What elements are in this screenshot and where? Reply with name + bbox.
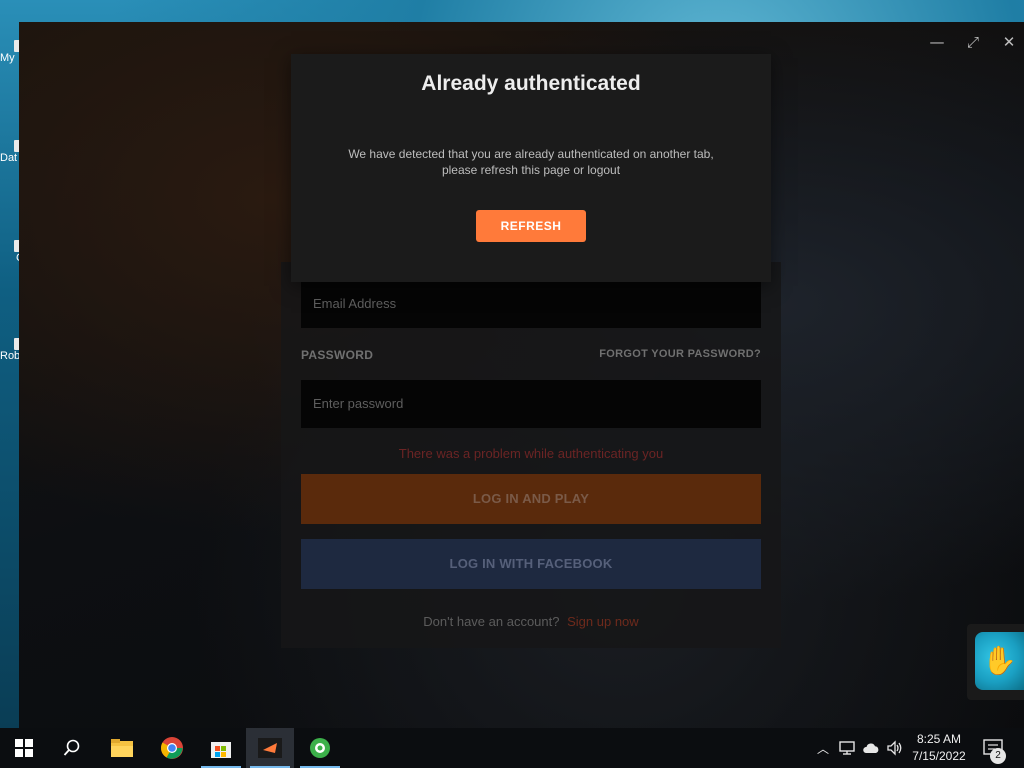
- start-button[interactable]: [0, 728, 48, 768]
- modal-title: Already authenticated: [421, 72, 641, 95]
- taskbar-app-green[interactable]: [296, 728, 344, 768]
- taskbar-chrome[interactable]: [148, 728, 196, 768]
- close-button[interactable]: ✕: [998, 32, 1020, 52]
- minimize-button[interactable]: —: [926, 32, 948, 52]
- forgot-password-link[interactable]: FORGOT YOUR PASSWORD?: [599, 348, 761, 360]
- folder-icon: [111, 739, 133, 757]
- network-icon[interactable]: [838, 740, 856, 756]
- game-launcher-icon: [258, 738, 282, 758]
- system-tray: ︿: [814, 728, 904, 768]
- taskbar: ︿ 8:25 AM 7/15/2022 2: [0, 728, 1024, 768]
- password-label: PASSWORD: [301, 348, 374, 362]
- signup-prompt: Don't have an account? Sign up now: [281, 614, 781, 629]
- desktop-icon-my-computer[interactable]: My: [0, 40, 26, 64]
- modal-message: We have detected that you are already au…: [348, 147, 714, 177]
- maximize-button[interactable]: ⤢: [962, 32, 984, 52]
- desktop-icon-data[interactable]: Dat: [0, 140, 26, 164]
- windows-logo-icon: [15, 739, 33, 757]
- taskbar-store[interactable]: [197, 728, 245, 768]
- taskbar-game-launcher[interactable]: [246, 728, 294, 768]
- search-icon: [63, 739, 80, 756]
- store-icon: [211, 742, 231, 758]
- auth-error-message: There was a problem while authenticating…: [398, 446, 664, 461]
- hand-widget[interactable]: ✋: [967, 624, 1024, 700]
- window-controls: — ⤢ ✕: [926, 32, 1020, 52]
- refresh-button[interactable]: REFRESH: [476, 210, 586, 242]
- chevron-up-icon[interactable]: ︿: [814, 740, 832, 757]
- password-field[interactable]: Enter password: [301, 380, 761, 428]
- signup-link[interactable]: Sign up now: [567, 614, 639, 629]
- login-panel: Email Address PASSWORD FORGOT YOUR PASSW…: [281, 262, 781, 648]
- no-account-text: Don't have an account?: [423, 614, 560, 629]
- taskbar-file-explorer[interactable]: [98, 728, 146, 768]
- clock[interactable]: 8:25 AM 7/15/2022: [900, 731, 978, 765]
- search-button[interactable]: [48, 728, 96, 768]
- desktop-icon-label: Rob: [0, 350, 21, 362]
- hand-icon: ✋: [975, 632, 1024, 690]
- notification-count-badge: 2: [990, 748, 1006, 764]
- desktop-icon-rob[interactable]: Rob: [0, 338, 26, 362]
- desktop-icon-label: My: [0, 52, 15, 64]
- cloud-icon[interactable]: [862, 741, 880, 755]
- game-launcher-window: — ⤢ ✕ Email Address PASSWORD FORGOT YOUR…: [19, 22, 1024, 728]
- desktop-icon-label: Dat: [0, 152, 18, 164]
- login-and-play-button[interactable]: LOG IN AND PLAY: [301, 474, 761, 524]
- green-app-icon: [310, 738, 330, 758]
- already-authenticated-modal: Already authenticated We have detected t…: [291, 54, 771, 282]
- desktop-icon-c[interactable]: C: [0, 240, 26, 264]
- email-field[interactable]: Email Address: [301, 280, 761, 328]
- clock-time: 8:25 AM: [916, 732, 962, 746]
- facebook-login-button[interactable]: LOG IN WITH FACEBOOK: [301, 539, 761, 589]
- clock-date: 7/15/2022: [912, 749, 966, 763]
- chrome-icon: [161, 737, 183, 759]
